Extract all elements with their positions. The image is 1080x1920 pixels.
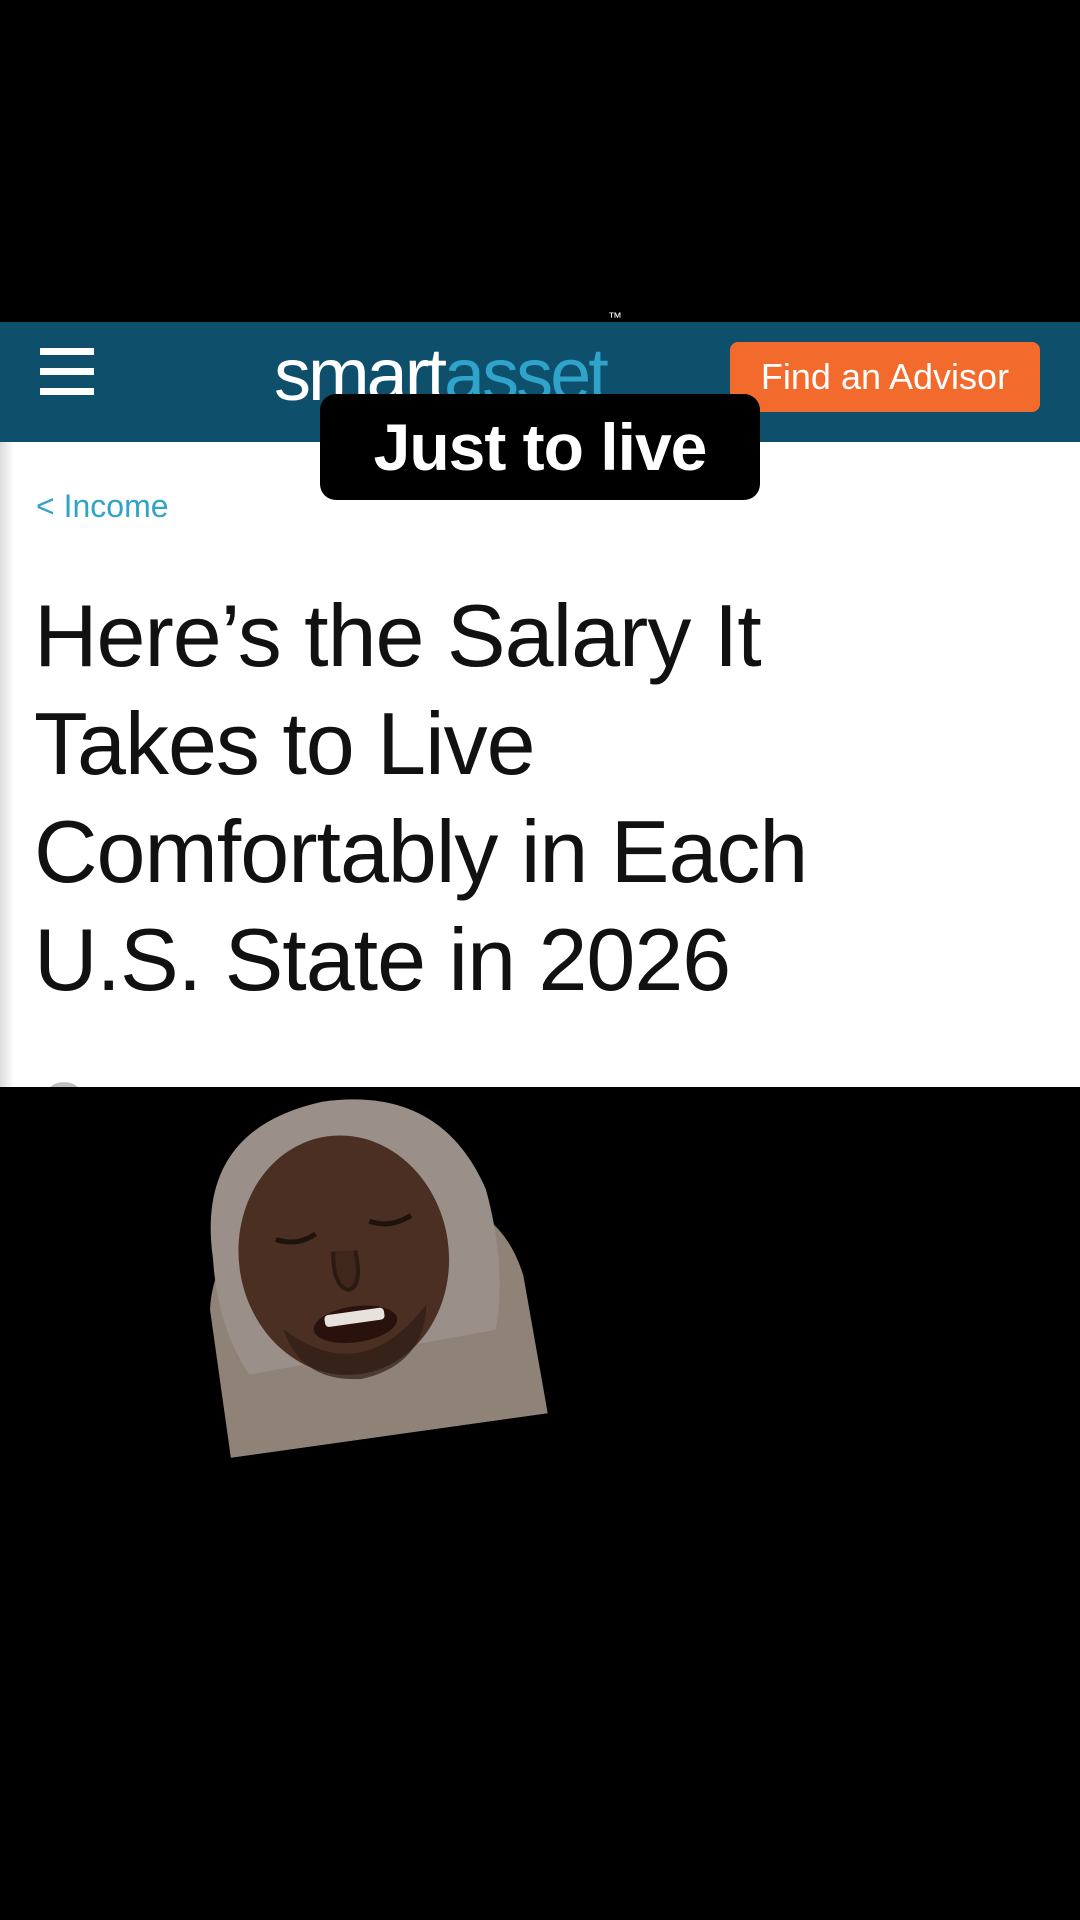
menu-bar-middle — [40, 368, 94, 375]
author-avatar — [42, 1082, 86, 1087]
hamburger-menu-icon[interactable] — [40, 348, 94, 396]
article-title: Here’s the Salary It Takes to Live Comfo… — [34, 586, 808, 1009]
creator-face-cutout — [209, 1099, 548, 1458]
find-advisor-button[interactable]: Find an Advisor — [730, 342, 1040, 412]
video-caption: Just to live — [320, 394, 760, 500]
logo-trademark: ™ — [607, 309, 622, 325]
article-area: < Income Here’s the Salary It Takes to L… — [0, 442, 1080, 1087]
menu-bar-top — [40, 348, 94, 355]
menu-bar-bottom — [40, 388, 94, 395]
edge-shadow — [0, 442, 14, 1087]
breadcrumb-income-link[interactable]: < Income — [36, 488, 169, 525]
